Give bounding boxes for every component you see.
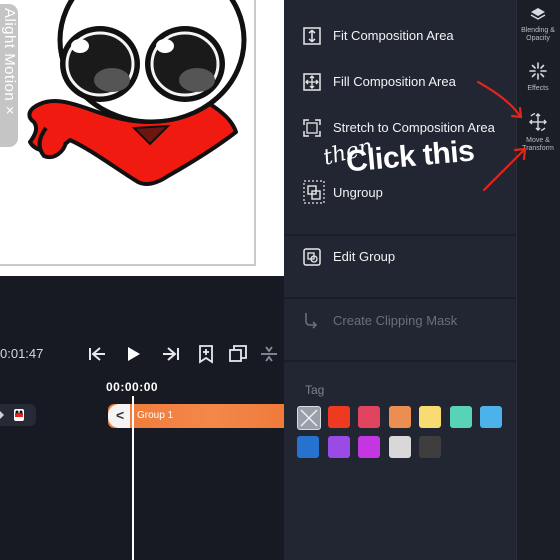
menu-item-label: Create Clipping Mask — [333, 313, 458, 328]
track-header[interactable] — [0, 404, 36, 426]
watermark-badge[interactable]: Alight Motion × — [0, 4, 18, 147]
bookmark-add-icon[interactable] — [195, 343, 217, 365]
fill-composition-icon — [303, 73, 321, 91]
tag-swatch[interactable] — [297, 436, 319, 458]
timecode: 0:01:47 — [0, 346, 44, 361]
playhead-line[interactable] — [132, 396, 134, 560]
play-icon[interactable] — [122, 343, 144, 365]
playhead-time: 00:00:00 — [106, 380, 159, 394]
tag-swatch[interactable] — [358, 406, 380, 428]
copy-layer-icon[interactable] — [227, 343, 249, 365]
fit-composition-icon — [303, 27, 321, 45]
tag-swatch[interactable] — [358, 436, 380, 458]
tag-swatch[interactable] — [419, 436, 441, 458]
menu-divider — [284, 360, 516, 362]
group-clip[interactable] — [108, 404, 284, 428]
chevron-left-icon: < — [116, 407, 125, 423]
menu-item-label: Fit Composition Area — [333, 28, 454, 43]
rail-label: Blending & Opacity — [521, 27, 555, 42]
tag-swatch[interactable] — [449, 406, 472, 428]
clip-label: Group 1 — [137, 410, 174, 421]
menu-item-label: Ungroup — [333, 185, 383, 200]
mascot-illustration — [27, 0, 247, 186]
tag-swatch-none[interactable] — [297, 406, 321, 430]
menu-divider — [284, 297, 516, 299]
layer-thumbnail-icon — [0, 409, 24, 421]
blending-icon — [530, 8, 546, 20]
canvas-edge — [254, 0, 256, 266]
fit-composition-area-item[interactable]: Fit Composition Area — [284, 16, 516, 56]
stretch-composition-icon — [303, 119, 321, 137]
tag-swatch[interactable] — [388, 406, 411, 428]
skip-end-icon[interactable] — [160, 343, 182, 365]
tag-swatch[interactable] — [388, 436, 411, 458]
clipping-mask-icon — [305, 313, 318, 329]
align-icon[interactable] — [258, 343, 280, 365]
edit-group-icon — [303, 248, 321, 266]
canvas-edge — [0, 264, 256, 266]
tag-swatch[interactable] — [327, 436, 350, 458]
menu-item-label: Fill Composition Area — [333, 74, 456, 89]
blending-opacity-tool[interactable]: Blending & Opacity — [516, 6, 560, 43]
ungroup-icon — [303, 180, 325, 204]
composition-canvas[interactable] — [0, 0, 284, 276]
clip-collapse-handle[interactable]: < — [108, 404, 130, 428]
create-clipping-mask-item: Create Clipping Mask — [284, 301, 516, 341]
tag-swatch[interactable] — [480, 406, 502, 428]
skip-start-icon[interactable] — [86, 343, 108, 365]
tag-section-label: Tag — [305, 383, 325, 397]
menu-divider — [284, 234, 516, 236]
tag-swatch[interactable] — [419, 406, 441, 428]
tag-swatch[interactable] — [327, 406, 350, 428]
edit-group-item[interactable]: Edit Group — [284, 237, 516, 277]
menu-item-label: Edit Group — [333, 249, 396, 264]
no-color-icon — [300, 409, 318, 427]
watermark-label: Alight Motion × — [1, 8, 18, 116]
